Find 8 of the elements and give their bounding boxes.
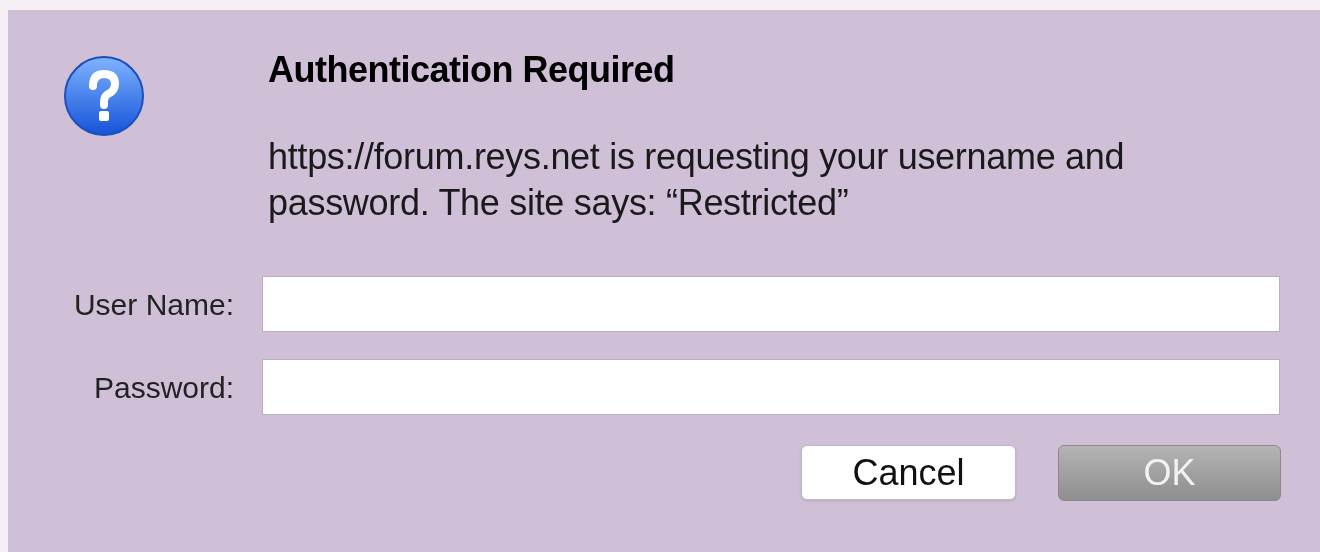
username-field[interactable] [262,276,1280,332]
dialog-title: Authentication Required [268,50,676,90]
dialog-message: https://forum.reys.net is requesting your username and password. The site says: “Restricted” [268,135,1126,225]
field-label: User Name: [72,286,234,323]
field-label: Password: [92,369,234,406]
cancel-button[interactable]: Cancel [801,445,1016,500]
password-field[interactable] [262,359,1280,415]
help-icon [63,55,145,137]
